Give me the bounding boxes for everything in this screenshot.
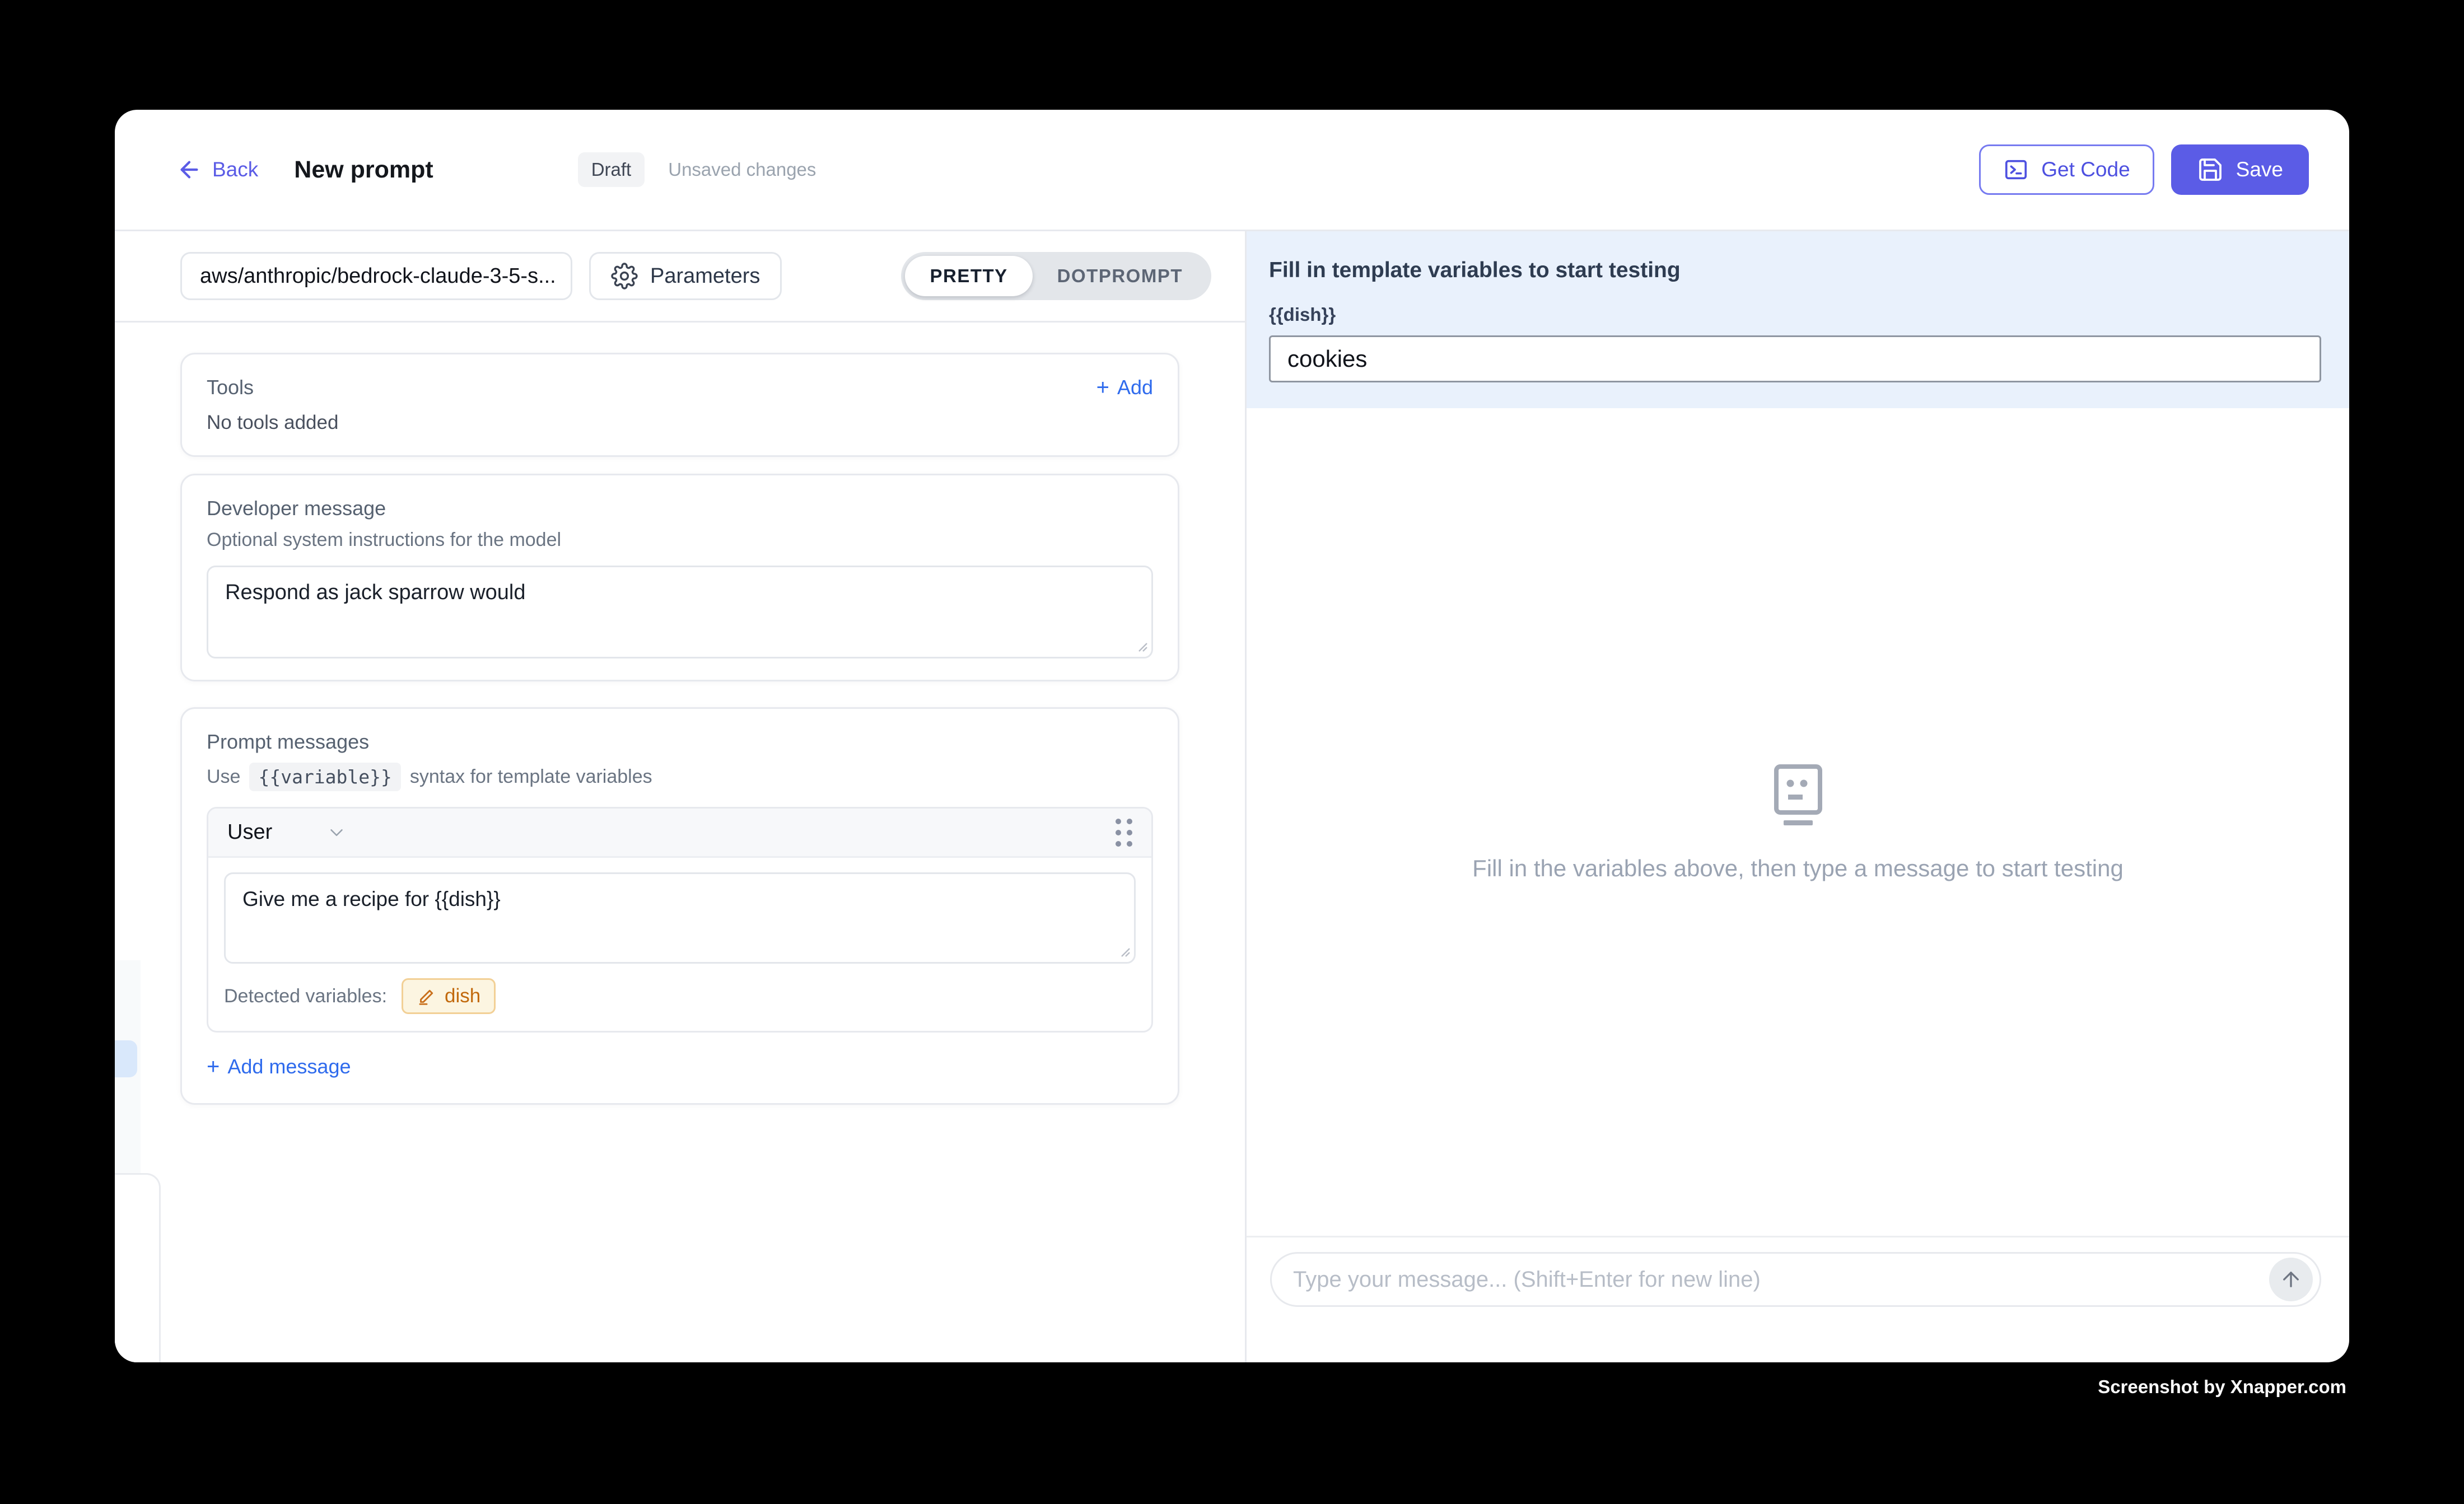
main-split: aws/anthropic/bedrock-claude-3-5-s... Pa… <box>115 231 2349 1362</box>
developer-message-input[interactable]: Respond as jack sparrow would <box>207 566 1153 658</box>
message-body: Give me a recipe for {{dish}} Detected v… <box>208 858 1151 1031</box>
background-sidebar-card <box>115 1173 161 1362</box>
save-label: Save <box>2236 158 2283 181</box>
developer-message-title: Developer message <box>207 497 1153 520</box>
arrow-left-icon <box>176 157 202 183</box>
tools-title: Tools <box>207 376 254 399</box>
detected-variables-label: Detected variables: <box>224 985 387 1007</box>
hint-suffix: syntax for template variables <box>410 766 652 788</box>
save-icon <box>2197 156 2224 183</box>
back-button[interactable]: Back <box>176 157 258 183</box>
background-sidebar-selected-item <box>115 1040 137 1077</box>
template-variables-title: Fill in template variables to start test… <box>1269 258 2321 283</box>
send-button[interactable] <box>2269 1258 2313 1301</box>
prompt-messages-card: Prompt messages Use {{variable}} syntax … <box>180 707 1179 1105</box>
test-panel: Fill in template variables to start test… <box>1247 231 2349 1362</box>
terminal-icon <box>2003 157 2029 183</box>
get-code-button[interactable]: Get Code <box>1979 144 2154 195</box>
detected-variables-row: Detected variables: dish <box>224 978 1136 1014</box>
hint-prefix: Use <box>207 766 240 788</box>
developer-message-subtitle: Optional system instructions for the mod… <box>207 529 1153 551</box>
drag-handle-icon[interactable] <box>1116 819 1132 847</box>
model-select[interactable]: aws/anthropic/bedrock-claude-3-5-s... <box>180 252 572 300</box>
screenshot-canvas: Back New prompt Draft Unsaved changes Ge… <box>0 0 2464 1504</box>
pencil-edit-icon <box>417 986 437 1006</box>
tools-card: Tools + Add No tools added <box>180 353 1179 457</box>
developer-message-card: Developer message Optional system instru… <box>180 474 1179 681</box>
variable-code-chip: {{variable}} <box>249 763 400 791</box>
plus-icon: + <box>207 1055 220 1078</box>
editor-content: Tools + Add No tools added Developer mes… <box>115 323 1245 1362</box>
chevron-down-icon[interactable] <box>326 822 347 843</box>
page-title: New prompt <box>294 156 433 184</box>
toggle-dotprompt[interactable]: DOTPROMPT <box>1033 256 1207 296</box>
editor-toolbar: aws/anthropic/bedrock-claude-3-5-s... Pa… <box>115 231 1245 321</box>
plus-icon: + <box>1096 376 1109 399</box>
add-message-label: Add message <box>227 1055 351 1078</box>
variable-badge-label: dish <box>445 985 480 1007</box>
chat-empty-area: Fill in the variables above, then type a… <box>1247 408 2349 1236</box>
chat-message-inputbar <box>1270 1252 2321 1307</box>
app-window: Back New prompt Draft Unsaved changes Ge… <box>115 110 2349 1362</box>
message-content-input[interactable]: Give me a recipe for {{dish}} <box>224 872 1136 964</box>
parameters-button[interactable]: Parameters <box>589 252 782 300</box>
chat-input-area <box>1247 1237 2349 1362</box>
chat-message-input[interactable] <box>1293 1267 2269 1292</box>
chat-empty-text: Fill in the variables above, then type a… <box>1472 855 2124 882</box>
tools-empty-text: No tools added <box>207 412 1153 434</box>
add-tool-label: Add <box>1117 376 1153 399</box>
variable-syntax-hint: Use {{variable}} syntax for template var… <box>207 763 1153 791</box>
get-code-label: Get Code <box>2041 158 2130 181</box>
model-select-value: aws/anthropic/bedrock-claude-3-5-s... <box>200 264 556 288</box>
template-variables-section: Fill in template variables to start test… <box>1247 231 2349 408</box>
gear-icon <box>611 263 638 289</box>
header: Back New prompt Draft Unsaved changes Ge… <box>115 110 2349 230</box>
dish-variable-input[interactable] <box>1269 335 2321 382</box>
add-tool-button[interactable]: + Add <box>1096 376 1153 399</box>
message-block: User Give me a recipe for {{dish}} <box>207 807 1153 1033</box>
arrow-up-icon <box>2279 1268 2303 1291</box>
prompt-messages-title: Prompt messages <box>207 730 1153 754</box>
variable-badge-dish[interactable]: dish <box>402 978 496 1014</box>
unsaved-changes-text: Unsaved changes <box>668 159 816 180</box>
toggle-pretty[interactable]: PRETTY <box>905 256 1032 296</box>
background-sidebar-strip <box>115 960 141 1362</box>
add-message-button[interactable]: + Add message <box>207 1055 1153 1078</box>
message-header: User <box>208 809 1151 858</box>
editor-panel: aws/anthropic/bedrock-claude-3-5-s... Pa… <box>115 231 1245 1362</box>
view-mode-toggle: PRETTY DOTPROMPT <box>901 252 1211 300</box>
parameters-label: Parameters <box>650 264 760 288</box>
dish-variable-label: {{dish}} <box>1269 304 2321 325</box>
back-label: Back <box>212 158 258 181</box>
status-badge: Draft <box>578 152 645 187</box>
save-button[interactable]: Save <box>2171 144 2309 195</box>
robot-face-icon <box>1771 762 1825 827</box>
role-select-value: User <box>227 820 272 844</box>
watermark-text: Screenshot by Xnapper.com <box>2098 1376 2346 1398</box>
